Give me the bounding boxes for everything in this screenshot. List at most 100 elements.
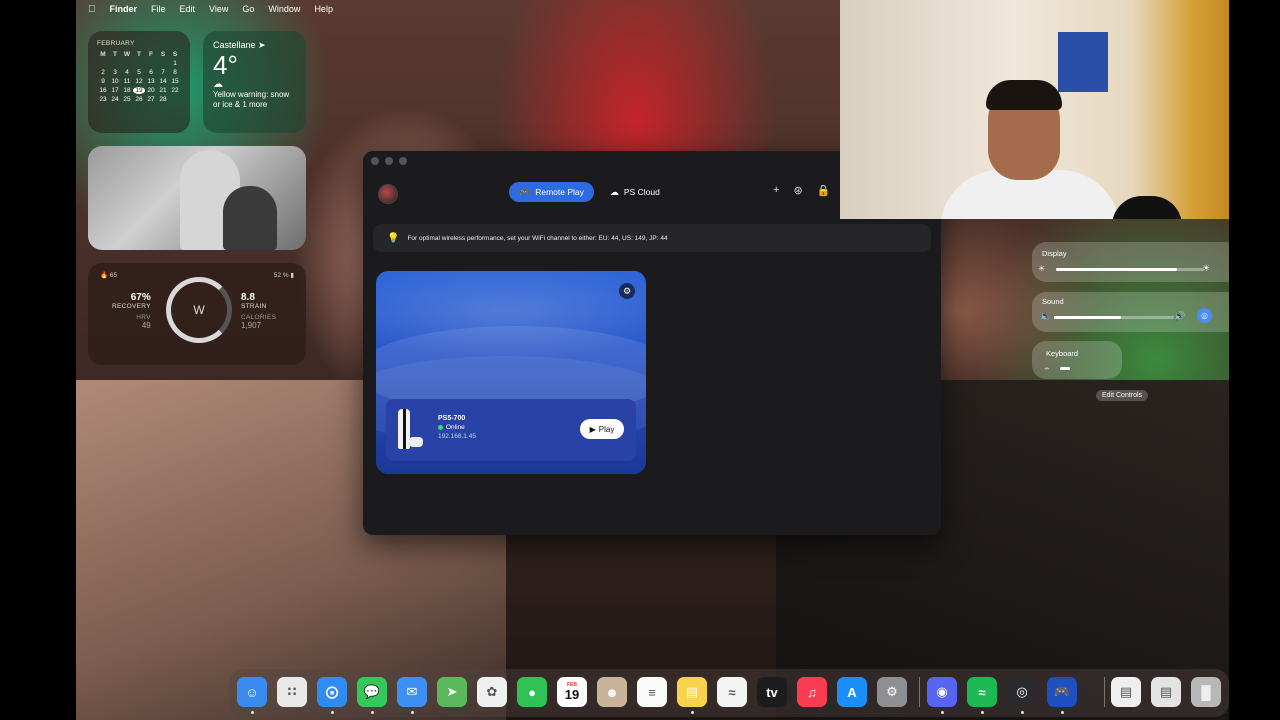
dock-photos-icon[interactable]: ✿ [477,677,507,707]
add-icon[interactable]: + [773,184,779,197]
console-ip: 192.168.1.45 [438,433,476,440]
running-indicator [941,711,944,714]
signal-icon[interactable]: ⊛ [793,184,802,197]
running-indicator [371,711,374,714]
photo-widget[interactable] [88,146,306,250]
menu-file[interactable]: File [151,4,166,14]
dock-system-settings-icon[interactable]: ⚙ [877,677,907,707]
battery-stat: 52 % ▮ [273,272,294,279]
calendar-day [109,60,121,67]
dock-maps-icon[interactable]: ➤ [437,677,467,707]
calendar-day: 13 [147,78,155,85]
tab-remote-play[interactable]: 🎮 Remote Play [509,182,594,202]
banner-text: For optimal wireless performance, set yo… [407,234,668,242]
dock-messages-icon[interactable]: 💬 [357,677,387,707]
cloud-icon: ☁ [609,186,619,197]
tab-ps-cloud[interactable]: ☁ PS Cloud [600,182,670,202]
dock-freeform-icon[interactable]: ≈ [717,677,747,707]
calendar-day [145,60,157,67]
menu-help[interactable]: Help [314,4,333,14]
calendar-widget[interactable]: FEBRUARY M T W T F S S 1 2 3 4 5 6 7 8 9 10 11 12 13 14 15 16 1… [88,31,190,133]
dock-document-1-icon[interactable]: ▤ [1111,677,1141,707]
calendar-weekday: S [160,51,166,58]
apple-icon[interactable]:  [88,4,96,15]
menu-app-name[interactable]: Finder [110,4,138,14]
minimize-button[interactable] [385,157,393,165]
flag [1058,32,1108,92]
recovery-value: 67% [130,292,151,303]
calendar-day: 17 [111,87,119,94]
status-dot-icon [438,425,443,430]
calendar-day [157,60,169,67]
calendar-day: 23 [99,96,107,103]
display-panel[interactable]: Display ☀ ☀ [1032,242,1229,282]
strain-label: STRAIN [241,303,267,310]
dock-ps-remote-play-icon[interactable]: 🎮 [1047,677,1077,707]
dock-contacts-icon[interactable]: ☻ [597,677,627,707]
menu-view[interactable]: View [209,4,228,14]
whoop-widget[interactable]: 🔥 65 52 % ▮ 67% RECOVERY HRV 49 W 8.8 ST… [88,263,306,365]
calendar-day: 12 [135,78,143,85]
toolbar: + ⊛ 🔒 [773,184,830,197]
display-slider[interactable] [1056,268,1204,271]
dock-notes-icon[interactable]: ▤ [677,677,707,707]
webcam-overlay [840,0,1229,219]
dock-spotify-icon[interactable]: ≈ [967,677,997,707]
dock-music-icon[interactable]: ♫ [797,677,827,707]
strain-value: 8.8 [241,292,255,303]
recovery-label: RECOVERY [112,303,151,310]
dock-apple-tv-icon[interactable]: tv [757,677,787,707]
calendar-day: 28 [159,96,167,103]
keyboard-slider[interactable] [1060,367,1070,370]
zoom-button[interactable] [399,157,407,165]
edit-controls-button[interactable]: Edit Controls [1096,390,1149,401]
weather-widget[interactable]: Castellane ➤ 4° ☁ Yellow warning: snow o… [203,31,306,133]
dock-reminders-icon[interactable]: ≡ [637,677,667,707]
calendar-day: 15 [171,78,179,85]
lock-icon[interactable]: 🔒 [817,184,831,197]
calendar-weekday: M [100,51,106,58]
calendar-day: 22 [171,87,179,94]
calendar-today: 19 [133,87,145,94]
calendar-day: 7 [161,69,165,76]
calendar-day: 6 [149,69,153,76]
calendar-day: 20 [147,87,155,94]
dock-calendar-icon[interactable]: FEB 19 [557,677,587,707]
dock-document-2-icon[interactable]: ▤ [1151,677,1181,707]
calendar-weekday: F [149,51,153,58]
calendar-weekday: W [123,51,131,58]
menu-go[interactable]: Go [242,4,254,14]
dock-finder-icon[interactable]: ☺ [237,677,267,707]
close-button[interactable] [371,157,379,165]
sound-panel[interactable]: Sound 🔈 🔊 ◎ [1032,292,1229,332]
calories-label: CALORIES [241,314,277,321]
desktop:  Finder File Edit View Go Window Help F… [76,0,1229,720]
play-button[interactable]: ▶ Play [580,419,624,439]
dock-trash-icon[interactable]: █ [1191,677,1221,707]
gear-icon[interactable]: ⚙ [619,283,635,299]
calendar-day: 10 [111,78,119,85]
menu-edit[interactable]: Edit [180,4,196,14]
console-card[interactable]: ⚙ PS5-700 Online 192.168.1.45 ▶ Play [376,271,646,474]
calendar-day: 21 [159,87,167,94]
dock-screen-capture-icon[interactable]: ◎ [1007,677,1037,707]
calendar-month: FEBRUARY [97,40,135,47]
flame-icon: 🔥 [100,272,109,279]
running-indicator [411,711,414,714]
dock-app-store-icon[interactable]: A [837,677,867,707]
airplay-icon[interactable]: ◎ [1197,308,1212,323]
avatar[interactable] [378,184,398,204]
calendar-day: 2 [101,69,105,76]
dock-launchpad-icon[interactable]: ∷ [277,677,307,707]
dock-divider [919,677,920,707]
keyboard-label: Keyboard [1046,349,1079,358]
dock-safari-icon[interactable]: ⨀ [317,677,347,707]
keyboard-brightness-icon: ∸ [1044,366,1050,373]
dock-discord-icon[interactable]: ◉ [927,677,957,707]
dock-mail-icon[interactable]: ✉ [397,677,427,707]
calendar-day: 1 [173,60,177,67]
keyboard-panel[interactable]: Keyboard ∸ [1032,341,1122,379]
sound-slider[interactable] [1054,316,1174,319]
menu-window[interactable]: Window [268,4,300,14]
dock-facetime-icon[interactable]: ● [517,677,547,707]
